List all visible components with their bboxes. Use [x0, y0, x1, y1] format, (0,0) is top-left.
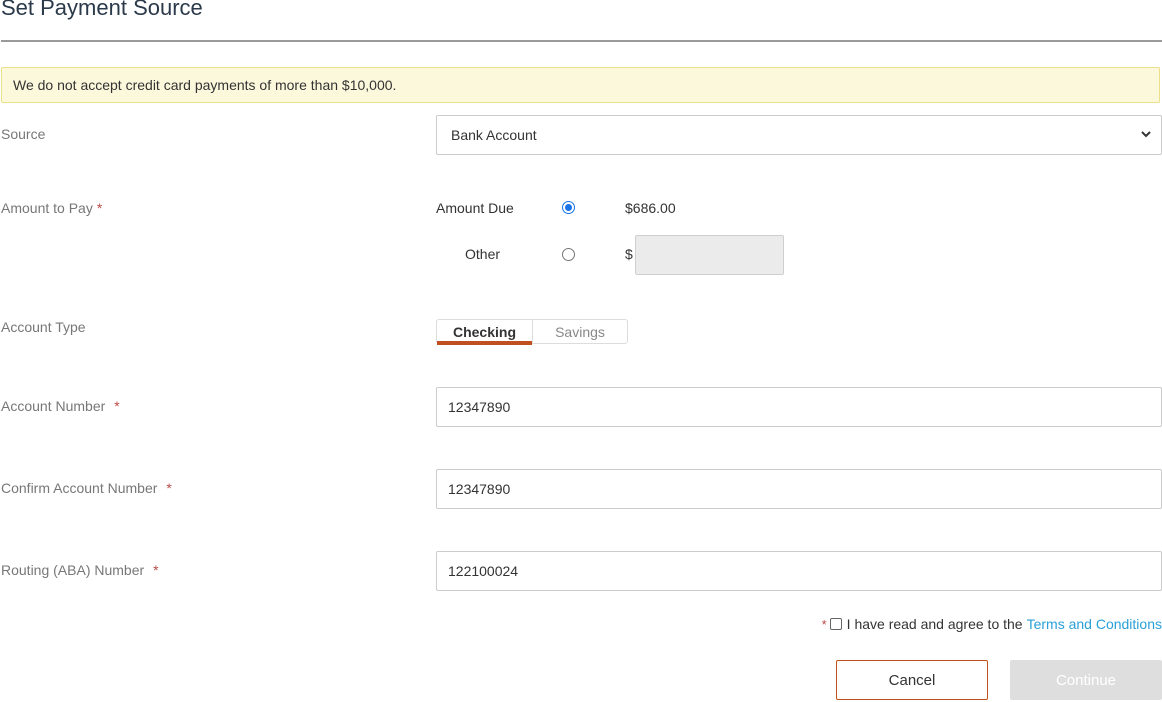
account-number-value: 12347890	[448, 399, 511, 415]
account-number-label-text: Account Number	[1, 398, 106, 414]
routing-number-value: 122100024	[448, 563, 519, 579]
source-select[interactable]: Bank Account	[436, 115, 1162, 155]
amount-to-pay-label: Amount to Pay *	[1, 200, 102, 216]
amount-due-value: $686.00	[625, 200, 676, 216]
notice-banner: We do not accept credit card payments of…	[1, 67, 1160, 103]
required-mark: *	[166, 480, 172, 496]
account-type-label-text: Account Type	[1, 319, 86, 335]
terms-link[interactable]: Terms and Conditions	[1027, 616, 1162, 632]
confirm-account-number-label-text: Confirm Account Number	[1, 480, 158, 496]
confirm-account-number-input[interactable]: 12347890	[436, 469, 1162, 509]
other-amount-input[interactable]	[635, 235, 784, 275]
routing-number-input[interactable]: 122100024	[436, 551, 1162, 591]
continue-button[interactable]: Continue	[1010, 660, 1162, 700]
routing-number-label-text: Routing (ABA) Number	[1, 562, 145, 578]
account-type-label: Account Type	[1, 319, 86, 335]
other-amount-label: Other	[465, 246, 501, 262]
amount-due-label: Amount Due	[436, 200, 514, 216]
other-amount-radio[interactable]	[562, 248, 575, 261]
required-mark: *	[821, 616, 827, 632]
confirm-account-number-value: 12347890	[448, 481, 511, 497]
cancel-button[interactable]: Cancel	[836, 660, 988, 700]
source-label-text: Source	[1, 126, 46, 142]
account-number-label: Account Number *	[1, 398, 120, 414]
amount-due-radio[interactable]	[562, 201, 575, 214]
account-type-checking[interactable]: Checking	[437, 320, 533, 345]
page-title: Set Payment Source	[1, 0, 203, 20]
routing-number-label: Routing (ABA) Number *	[1, 562, 159, 578]
required-mark: *	[96, 200, 103, 216]
required-mark: *	[153, 562, 159, 578]
terms-checkbox[interactable]	[829, 618, 842, 630]
notice-text: We do not accept credit card payments of…	[13, 77, 397, 93]
required-mark: *	[114, 398, 120, 414]
amount-to-pay-label-text: Amount to Pay	[1, 200, 93, 216]
terms-agreement: * I have read and agree to the Terms and…	[822, 616, 1162, 632]
account-type-toggle: Checking Savings	[436, 319, 628, 345]
chevron-down-icon	[1141, 131, 1151, 138]
currency-symbol: $	[625, 246, 633, 262]
confirm-account-number-label: Confirm Account Number *	[1, 480, 172, 496]
account-type-savings[interactable]: Savings	[533, 320, 627, 343]
terms-text: I have read and agree to the	[846, 616, 1023, 632]
source-selected-value: Bank Account	[451, 127, 537, 143]
title-divider	[1, 40, 1162, 42]
source-label: Source	[1, 126, 45, 142]
account-number-input[interactable]: 12347890	[436, 387, 1162, 427]
